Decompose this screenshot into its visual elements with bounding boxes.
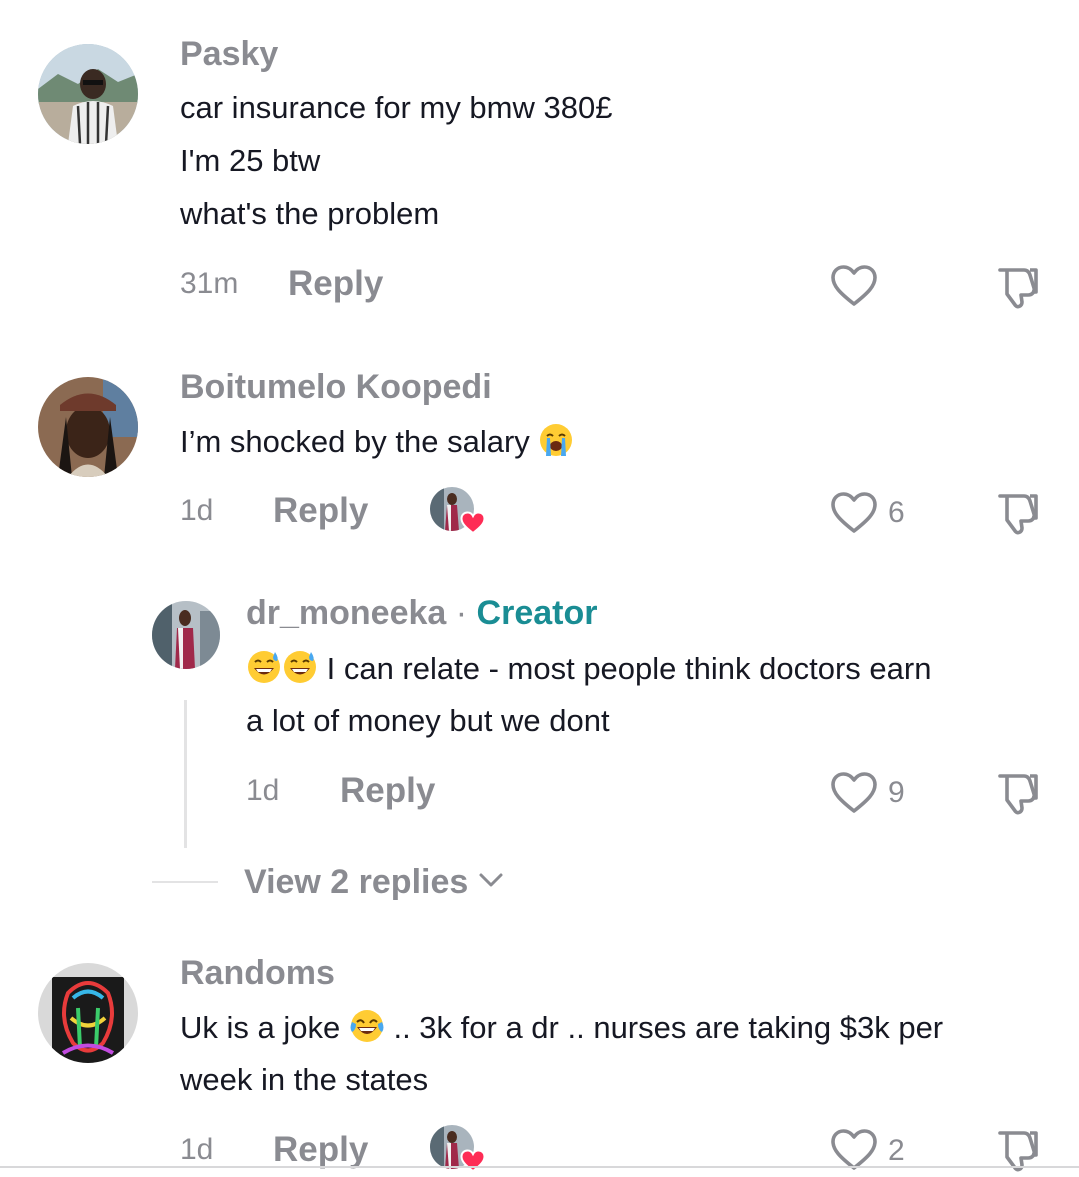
comment-text-line: I'm 25 btw [180, 143, 321, 178]
reply-text-line: a lot of money but we dont [246, 703, 610, 738]
thumbs-down-icon [998, 494, 1038, 535]
creator-liked-badge [430, 487, 486, 535]
comment-text-line: car insurance for my bmw 380£ [180, 90, 613, 125]
reply-button[interactable]: Reply [288, 264, 383, 304]
reply-button[interactable]: Reply [340, 771, 435, 811]
comment-text-content: Uk is a joke [180, 1010, 341, 1045]
comment-timestamp: 1d [180, 494, 214, 527]
heart-outline-icon [831, 772, 877, 813]
view-replies-button[interactable]: View 2 replies [244, 862, 504, 902]
like-button[interactable] [830, 771, 878, 815]
loudly-crying-face-icon [538, 422, 574, 458]
heart-outline-icon [831, 265, 877, 306]
reply-button[interactable]: Reply [273, 491, 368, 531]
comment-text: I’m shocked by the salary [180, 422, 574, 461]
like-count: 2 [888, 1134, 905, 1167]
thumbs-down-icon [998, 268, 1038, 309]
like-count: 9 [888, 776, 905, 809]
grinning-face-with-sweat-icon [282, 649, 318, 685]
avatar[interactable] [38, 963, 138, 1063]
heart-filled-icon [460, 511, 486, 535]
comment-timestamp: 31m [180, 267, 239, 300]
avatar[interactable] [38, 377, 138, 477]
dislike-button[interactable] [994, 264, 1040, 310]
comment-timestamp: 1d [180, 1133, 214, 1166]
like-button[interactable] [830, 264, 878, 308]
comment-username[interactable]: Pasky [180, 34, 278, 74]
separator-dot: · [446, 594, 477, 632]
comment-text-content: .. 3k for a dr .. nurses are taking $3k … [384, 1010, 944, 1045]
thread-line [184, 700, 187, 848]
chevron-down-icon [479, 873, 503, 887]
comment-text-content: I’m shocked by the salary [180, 424, 530, 459]
comment-username[interactable]: Boitumelo Koopedi [180, 367, 492, 407]
comment-text-line: what's the problem [180, 196, 440, 231]
view-replies-label: View 2 replies [244, 863, 469, 901]
reply-timestamp: 1d [246, 774, 280, 807]
like-button[interactable] [830, 491, 878, 535]
reply-text-line: I can relate - most people think doctors… [246, 649, 931, 688]
like-count: 6 [888, 496, 905, 529]
replies-divider [152, 881, 218, 883]
heart-outline-icon [831, 492, 877, 533]
creator-badge: Creator [476, 594, 598, 632]
heart-filled-icon [460, 1149, 486, 1173]
reply-username-row: dr_moneeka · Creator [246, 593, 597, 633]
reply-text-content: I can relate - most people think doctors… [318, 651, 932, 686]
thumbs-down-icon [998, 774, 1038, 815]
avatar[interactable] [152, 601, 220, 669]
comment-username[interactable]: Randoms [180, 953, 335, 993]
dislike-button[interactable] [994, 490, 1040, 536]
comment-text-line: Uk is a joke .. 3k for a dr .. nurses ar… [180, 1008, 943, 1047]
grinning-face-with-sweat-icon [246, 649, 282, 685]
avatar[interactable] [38, 44, 138, 144]
dislike-button[interactable] [994, 770, 1040, 816]
reply-button[interactable]: Reply [273, 1130, 368, 1170]
comment-text-line: week in the states [180, 1062, 429, 1097]
reply-username[interactable]: dr_moneeka [246, 594, 446, 632]
bottom-divider [0, 1166, 1079, 1168]
face-with-tears-of-joy-icon [349, 1008, 385, 1044]
